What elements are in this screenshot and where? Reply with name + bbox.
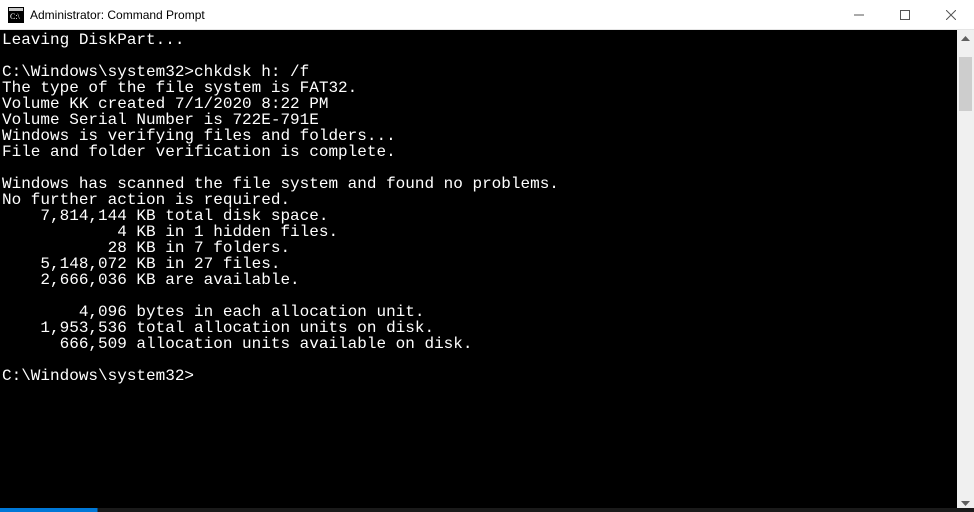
close-button[interactable]	[928, 0, 974, 29]
svg-text:C:\: C:\	[10, 12, 21, 21]
scroll-thumb[interactable]	[959, 57, 972, 111]
cmd-icon: C:\	[8, 7, 24, 23]
console-area: Leaving DiskPart... C:\Windows\system32>…	[0, 30, 974, 512]
scroll-up-arrow-icon[interactable]	[957, 30, 974, 47]
window-controls	[836, 0, 974, 29]
minimize-button[interactable]	[836, 0, 882, 29]
window-title: Administrator: Command Prompt	[30, 8, 836, 22]
console-output[interactable]: Leaving DiskPart... C:\Windows\system32>…	[0, 30, 957, 512]
vertical-scrollbar[interactable]	[957, 30, 974, 512]
maximize-button[interactable]	[882, 0, 928, 29]
titlebar[interactable]: C:\ Administrator: Command Prompt	[0, 0, 974, 30]
taskbar-sliver	[0, 508, 974, 512]
